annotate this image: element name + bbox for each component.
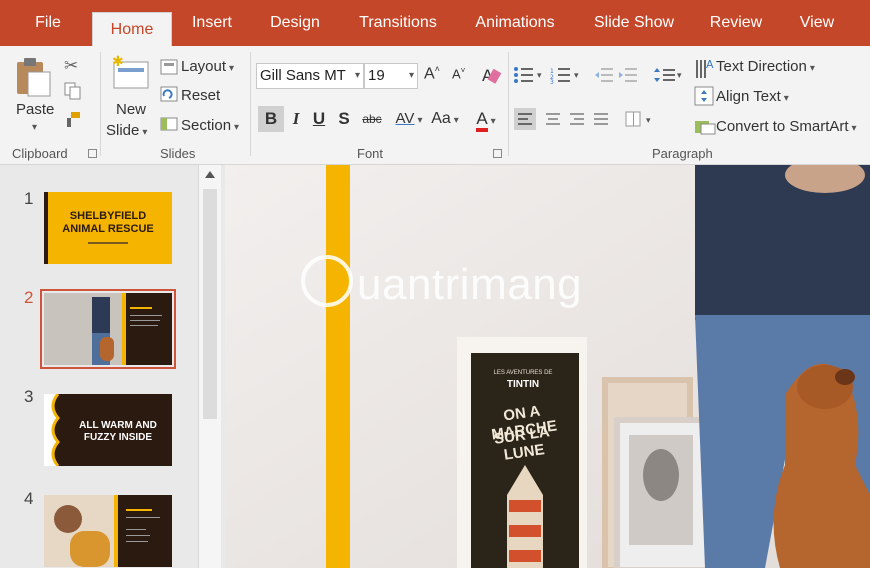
- tab-view[interactable]: View: [792, 0, 842, 46]
- slide-2-person-shape: [92, 297, 110, 337]
- columns-icon[interactable]: ▾: [624, 108, 656, 135]
- clipboard-group-label: Clipboard: [12, 146, 68, 161]
- strikethrough-button[interactable]: abc: [358, 106, 386, 132]
- slide-2-text-panel: [124, 293, 172, 365]
- slide-2-photo-large: [225, 165, 870, 568]
- svg-text:A: A: [706, 58, 714, 71]
- svg-text:▾: ▾: [677, 71, 682, 81]
- ribbon-home: Paste ▾ ✂ Clipboard ✱ New Slide ▾ Layout ▾…: [0, 46, 870, 165]
- bold-button[interactable]: B: [258, 106, 284, 132]
- scroll-up-arrow-icon[interactable]: [205, 171, 215, 178]
- slide-number: 1: [24, 189, 34, 208]
- layout-icon[interactable]: [160, 59, 178, 80]
- align-text-icon[interactable]: [694, 86, 714, 111]
- tab-design[interactable]: Design: [262, 0, 328, 46]
- smartart-icon[interactable]: [694, 118, 716, 141]
- group-divider: [250, 52, 251, 156]
- align-text-button[interactable]: Align Text ▾: [716, 88, 789, 105]
- clear-format-icon[interactable]: A: [480, 64, 502, 91]
- center-icon[interactable]: [542, 108, 564, 135]
- slide-thumbnail-4[interactable]: [44, 495, 172, 567]
- scroll-thumb[interactable]: [203, 189, 217, 419]
- convert-to-smartart-button[interactable]: Convert to SmartArt ▾: [716, 118, 857, 135]
- slide-3-title: ALL WARM AND FUZZY INSIDE: [79, 420, 157, 443]
- paste-dropdown-caret[interactable]: ▾: [32, 122, 37, 133]
- tab-transitions[interactable]: Transitions: [350, 0, 446, 46]
- cut-icon[interactable]: ✂: [64, 56, 78, 76]
- svg-text:▾: ▾: [574, 71, 579, 81]
- align-left-icon[interactable]: [514, 108, 536, 135]
- text-direction-icon[interactable]: A: [694, 56, 716, 85]
- slide-1-subtitle-line: [88, 242, 128, 244]
- tab-home[interactable]: Home: [92, 12, 172, 47]
- increase-indent-icon[interactable]: [618, 66, 638, 89]
- underline-button[interactable]: U: [310, 106, 328, 132]
- align-right-icon[interactable]: [566, 108, 588, 135]
- section-button[interactable]: Section ▾: [181, 117, 239, 134]
- slide-number: 2: [24, 288, 34, 307]
- reset-button[interactable]: Reset: [181, 87, 220, 104]
- bullets-icon[interactable]: ▾: [513, 66, 547, 89]
- copy-icon[interactable]: [64, 82, 82, 105]
- slide-4-child-shape: [54, 505, 82, 533]
- reset-icon[interactable]: [160, 86, 178, 107]
- change-case-button[interactable]: Aa ▾: [424, 106, 466, 132]
- slide-editing-canvas[interactable]: LES AVENTURES DE TINTIN ON A MARCHE SUR …: [225, 165, 870, 568]
- thumbnail-scrollbar[interactable]: [198, 165, 221, 568]
- font-group-label: Font: [357, 146, 384, 161]
- paste-label[interactable]: Paste: [16, 101, 54, 118]
- text-shadow-button[interactable]: S: [336, 106, 352, 132]
- format-painter-icon[interactable]: [64, 110, 82, 133]
- decrease-indent-icon[interactable]: [594, 66, 614, 89]
- tab-file[interactable]: File: [28, 0, 68, 46]
- grow-font-icon[interactable]: A˄: [424, 64, 440, 83]
- svg-text:✱: ✱: [112, 54, 124, 70]
- slide-2-dog-shape: [100, 337, 114, 361]
- clipboard-launcher-icon[interactable]: [88, 149, 97, 158]
- shrink-font-icon[interactable]: A˅: [452, 66, 465, 81]
- section-icon[interactable]: [160, 116, 178, 137]
- slide-accent-bar: [114, 495, 118, 567]
- slide-thumbnail-1[interactable]: SHELBYFIELD ANIMAL RESCUE: [44, 192, 172, 264]
- group-divider: [508, 52, 509, 156]
- watermark-logo-icon: [301, 255, 353, 307]
- tab-animations[interactable]: Animations: [468, 0, 562, 46]
- svg-text:3: 3: [550, 79, 554, 84]
- slide-number: 3: [24, 387, 34, 406]
- font-launcher-icon[interactable]: [493, 149, 502, 158]
- numbering-icon[interactable]: 1 2 3 ▾: [550, 66, 584, 89]
- new-slide-label-1[interactable]: New: [116, 101, 146, 118]
- font-color-button[interactable]: A ▾: [466, 106, 506, 132]
- svg-text:▾: ▾: [646, 116, 651, 126]
- slides-group-label: Slides: [160, 146, 196, 161]
- slide-4-dog-shape: [70, 531, 110, 567]
- paste-icon[interactable]: [14, 56, 52, 103]
- justify-icon[interactable]: [590, 108, 612, 135]
- font-size-select[interactable]: 19 ▾: [364, 63, 418, 89]
- slide-1-title: SHELBYFIELD ANIMAL RESCUE: [62, 210, 154, 235]
- poster-series-title: TINTIN: [506, 379, 540, 390]
- svg-text:▾: ▾: [537, 71, 542, 81]
- paragraph-group-label: Paragraph: [652, 146, 713, 161]
- text-direction-button[interactable]: Text Direction ▾: [716, 58, 815, 75]
- tab-slide-show[interactable]: Slide Show: [586, 0, 682, 46]
- watermark-text: uantrimang: [357, 260, 583, 309]
- italic-button[interactable]: I: [288, 106, 304, 132]
- tab-review[interactable]: Review: [700, 0, 772, 46]
- font-name-select[interactable]: Gill Sans MT ▾: [256, 63, 364, 89]
- slide-thumbnail-3[interactable]: ALL WARM AND FUZZY INSIDE: [44, 394, 172, 466]
- new-slide-icon[interactable]: ✱: [110, 54, 150, 97]
- slide-3-wave-shape: [44, 394, 60, 466]
- poster-subtitle: LES AVENTURES DE: [493, 370, 553, 376]
- line-spacing-icon[interactable]: ▾: [654, 66, 684, 89]
- layout-button[interactable]: Layout ▾: [181, 58, 234, 75]
- group-divider: [100, 52, 101, 156]
- tab-insert[interactable]: Insert: [182, 0, 242, 46]
- ribbon-tab-bar: File Home Insert Design Transitions Anim…: [0, 0, 870, 47]
- new-slide-label-2[interactable]: Slide ▾: [106, 122, 147, 139]
- slide-thumbnail-2[interactable]: [40, 289, 176, 369]
- slide-thumbnail-panel: 1 SHELBYFIELD ANIMAL RESCUE 2 3 ALL WARM …: [0, 165, 225, 568]
- slide-accent-bar: [122, 293, 126, 365]
- slide-number: 4: [24, 489, 34, 508]
